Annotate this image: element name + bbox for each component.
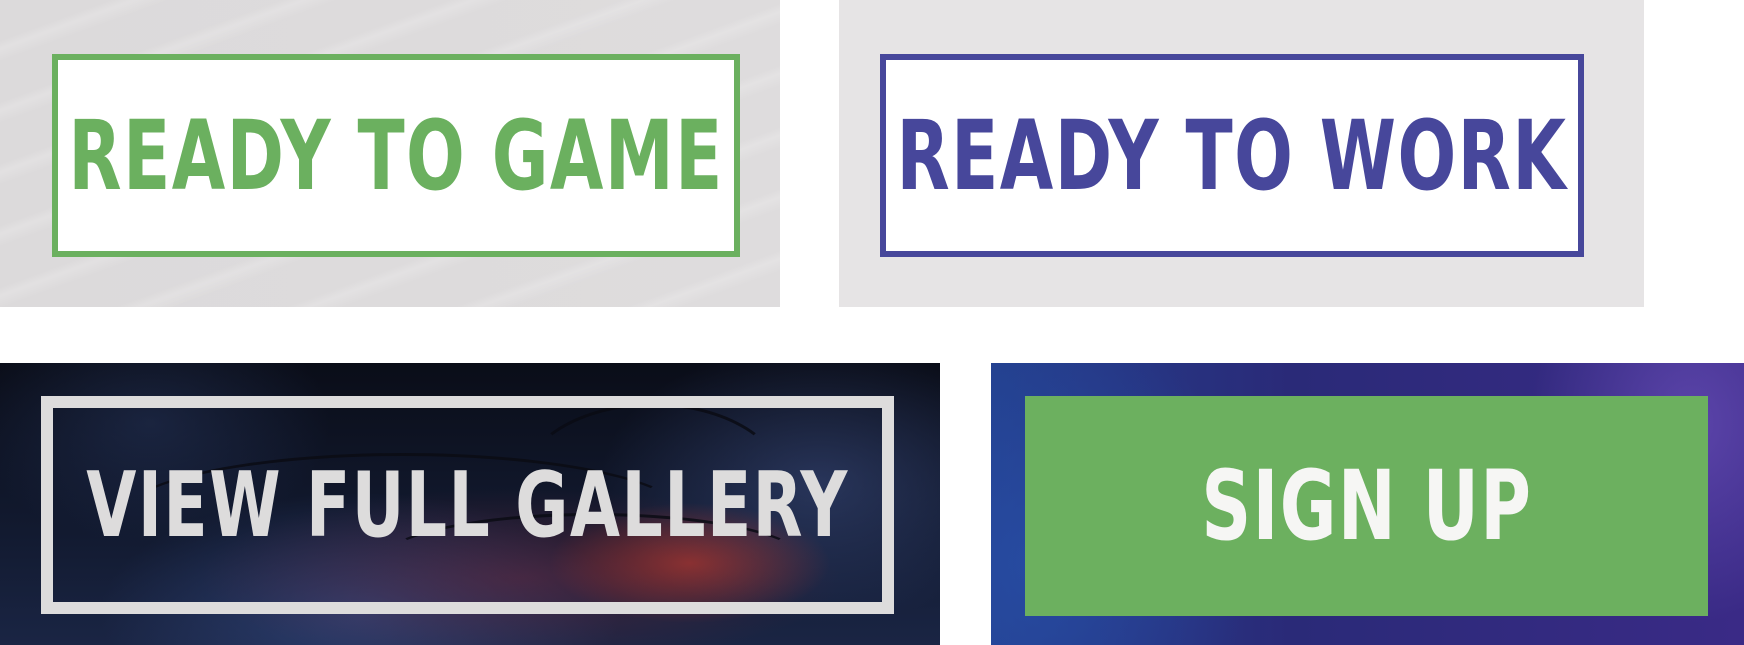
- sign-up-button[interactable]: SIGN UP: [1025, 396, 1708, 616]
- ready-to-work-button[interactable]: READY TO WORK: [880, 54, 1584, 257]
- view-full-gallery-button[interactable]: VIEW FULL GALLERY: [41, 396, 894, 614]
- view-full-gallery-label: VIEW FULL GALLERY: [86, 452, 849, 558]
- ready-to-game-label: READY TO GAME: [68, 99, 724, 212]
- button-showcase: READY TO GAME READY TO WORK VIEW FULL GA…: [0, 0, 1744, 645]
- ready-to-game-button[interactable]: READY TO GAME: [52, 54, 740, 257]
- sign-up-label: SIGN UP: [1200, 450, 1532, 562]
- ready-to-work-label: READY TO WORK: [896, 99, 1568, 212]
